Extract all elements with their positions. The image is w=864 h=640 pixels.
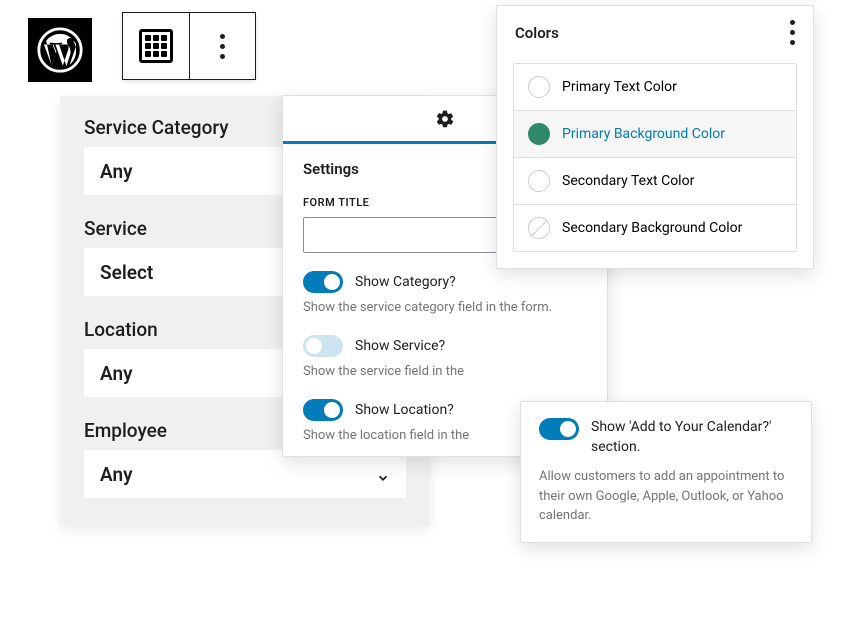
color-label: Secondary Text Color <box>562 173 694 189</box>
colors-header: Colors <box>497 6 813 59</box>
color-list: Primary Text Color Primary Background Co… <box>513 63 797 252</box>
show-calendar-toggle[interactable] <box>539 418 579 440</box>
color-item-primary-text[interactable]: Primary Text Color <box>514 64 796 110</box>
show-location-toggle[interactable] <box>303 399 343 421</box>
calendar-description: Allow customers to add an appointment to… <box>539 467 793 526</box>
toggle-label: Show Category? <box>355 274 456 290</box>
color-item-secondary-background[interactable]: Secondary Background Color <box>514 204 796 251</box>
select-value: Any <box>100 160 133 183</box>
block-type-button[interactable] <box>123 13 189 79</box>
block-toolbar <box>122 12 256 80</box>
select-value: Any <box>100 463 133 486</box>
colors-panel: Colors Primary Text Color Primary Backgr… <box>496 5 814 269</box>
employee-select[interactable]: Any <box>84 450 406 498</box>
color-swatch <box>528 123 550 145</box>
color-label: Primary Text Color <box>562 79 677 95</box>
toggle-description: Show the service field in the <box>303 363 587 381</box>
toggle-description: Show the service category field in the f… <box>303 299 587 317</box>
color-swatch <box>528 217 550 239</box>
color-item-secondary-text[interactable]: Secondary Text Color <box>514 157 796 204</box>
toggle-label: Show Location? <box>355 402 454 418</box>
color-label: Secondary Background Color <box>562 220 742 236</box>
toggle-label: Show Service? <box>355 338 445 354</box>
show-service-toggle[interactable] <box>303 335 343 357</box>
select-value: Select <box>100 261 153 284</box>
calendar-toggle-label: Show 'Add to Your Calendar?' section. <box>591 418 793 457</box>
calendar-head: Show 'Add to Your Calendar?' section. <box>539 418 793 457</box>
chevron-down-icon <box>376 467 390 481</box>
grid-icon <box>139 29 173 63</box>
wordpress-icon <box>37 27 83 73</box>
gear-icon <box>435 109 455 129</box>
color-swatch <box>528 170 550 192</box>
color-item-primary-background[interactable]: Primary Background Color <box>514 110 796 157</box>
color-label: Primary Background Color <box>562 126 725 142</box>
toggle-row: Show Category? <box>303 271 587 293</box>
ellipsis-vertical-icon <box>220 34 225 59</box>
color-swatch <box>528 76 550 98</box>
toggle-row: Show Service? <box>303 335 587 357</box>
calendar-setting-card: Show 'Add to Your Calendar?' section. Al… <box>520 401 812 543</box>
select-value: Any <box>100 362 133 385</box>
show-category-toggle[interactable] <box>303 271 343 293</box>
colors-more-button[interactable] <box>790 20 795 45</box>
wordpress-logo <box>28 18 92 82</box>
more-options-button[interactable] <box>189 13 255 79</box>
colors-title: Colors <box>515 24 559 42</box>
